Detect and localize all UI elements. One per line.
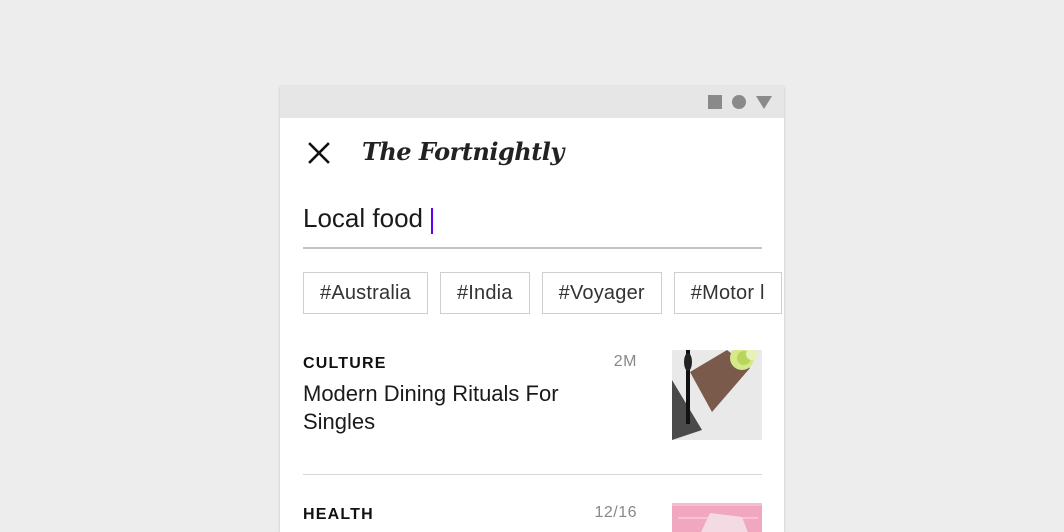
article-thumbnail [672, 350, 762, 440]
chip-motor[interactable]: #Motor l [673, 272, 782, 314]
chip-voyager[interactable]: #Voyager [541, 272, 662, 314]
phone-frame: The Fortnightly Local food #Australia #I… [280, 86, 784, 532]
close-icon[interactable] [304, 138, 334, 168]
chip-india[interactable]: #India [439, 272, 530, 314]
article-category: CULTURE [303, 355, 387, 372]
article-category: HEALTH [303, 506, 374, 523]
tag-chips: #Australia #India #Voyager #Motor l [303, 272, 782, 314]
text-caret [430, 207, 433, 234]
search-input[interactable]: Local food [303, 203, 423, 233]
article-time: 2M [613, 353, 637, 370]
recent-apps-icon [708, 95, 722, 109]
app-bar: The Fortnightly [280, 118, 784, 188]
brand-logo: The Fortnightly [362, 137, 564, 166]
article-item[interactable]: CULTURE 2M Modern Dining Rituals For Sin… [303, 350, 762, 475]
article-headline: Modern Dining Rituals For Singles [303, 381, 559, 434]
status-bar [280, 86, 784, 118]
chip-australia[interactable]: #Australia [303, 272, 428, 314]
article-time: 12/16 [594, 504, 637, 521]
home-icon [732, 95, 746, 109]
search-field[interactable]: Local food [303, 200, 762, 249]
article-thumbnail [672, 503, 762, 532]
signal-icon [756, 95, 772, 109]
article-item[interactable]: HEALTH 12/16 [303, 501, 762, 532]
